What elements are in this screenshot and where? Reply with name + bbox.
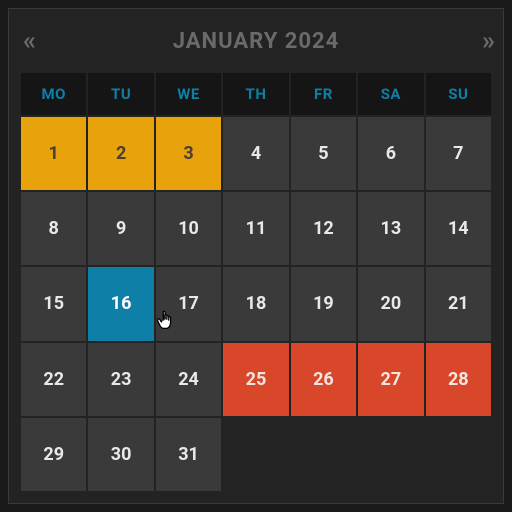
- day-cell[interactable]: 30: [88, 418, 153, 491]
- day-cell[interactable]: 3: [156, 117, 221, 190]
- day-cell[interactable]: 11: [223, 192, 288, 265]
- day-cell[interactable]: 31: [156, 418, 221, 491]
- day-cell[interactable]: 1: [21, 117, 86, 190]
- day-cell[interactable]: 2: [88, 117, 153, 190]
- weekday-header: FR: [291, 73, 356, 115]
- weekday-header: MO: [21, 73, 86, 115]
- day-cell[interactable]: 8: [21, 192, 86, 265]
- weekday-header: TH: [223, 73, 288, 115]
- next-month-button[interactable]: »: [482, 28, 489, 54]
- day-cell-empty: [223, 418, 288, 491]
- calendar-grid: MO TU WE TH FR SA SU 1234567891011121314…: [9, 73, 503, 503]
- day-cell[interactable]: 9: [88, 192, 153, 265]
- weekday-header: WE: [156, 73, 221, 115]
- weekday-header: SU: [426, 73, 491, 115]
- day-cell[interactable]: 5: [291, 117, 356, 190]
- day-cell[interactable]: 15: [21, 267, 86, 340]
- day-cell[interactable]: 10: [156, 192, 221, 265]
- day-cell[interactable]: 26: [291, 343, 356, 416]
- day-cell[interactable]: 14: [426, 192, 491, 265]
- day-cell[interactable]: 16: [88, 267, 153, 340]
- weekday-header-row: MO TU WE TH FR SA SU: [21, 73, 491, 115]
- weekday-header: TU: [88, 73, 153, 115]
- day-cell[interactable]: 17: [156, 267, 221, 340]
- day-cell[interactable]: 29: [21, 418, 86, 491]
- day-cell[interactable]: 4: [223, 117, 288, 190]
- day-cell[interactable]: 6: [358, 117, 423, 190]
- day-cell[interactable]: 20: [358, 267, 423, 340]
- day-cell-empty: [291, 418, 356, 491]
- day-cell[interactable]: 13: [358, 192, 423, 265]
- day-cell[interactable]: 25: [223, 343, 288, 416]
- days-grid: 1234567891011121314151617181920212223242…: [21, 117, 491, 491]
- weekday-header: SA: [358, 73, 423, 115]
- day-cell[interactable]: 23: [88, 343, 153, 416]
- day-cell[interactable]: 19: [291, 267, 356, 340]
- day-cell[interactable]: 22: [21, 343, 86, 416]
- day-cell[interactable]: 28: [426, 343, 491, 416]
- day-cell[interactable]: 27: [358, 343, 423, 416]
- day-cell[interactable]: 7: [426, 117, 491, 190]
- day-cell[interactable]: 24: [156, 343, 221, 416]
- prev-month-button[interactable]: «: [23, 28, 30, 54]
- day-cell[interactable]: 18: [223, 267, 288, 340]
- month-year-title: JANUARY 2024: [173, 29, 340, 54]
- calendar-header: « JANUARY 2024 »: [9, 9, 503, 73]
- calendar-widget: « JANUARY 2024 » MO TU WE TH FR SA SU 12…: [8, 8, 504, 504]
- day-cell-empty: [358, 418, 423, 491]
- day-cell[interactable]: 12: [291, 192, 356, 265]
- day-cell-empty: [426, 418, 491, 491]
- day-cell[interactable]: 21: [426, 267, 491, 340]
